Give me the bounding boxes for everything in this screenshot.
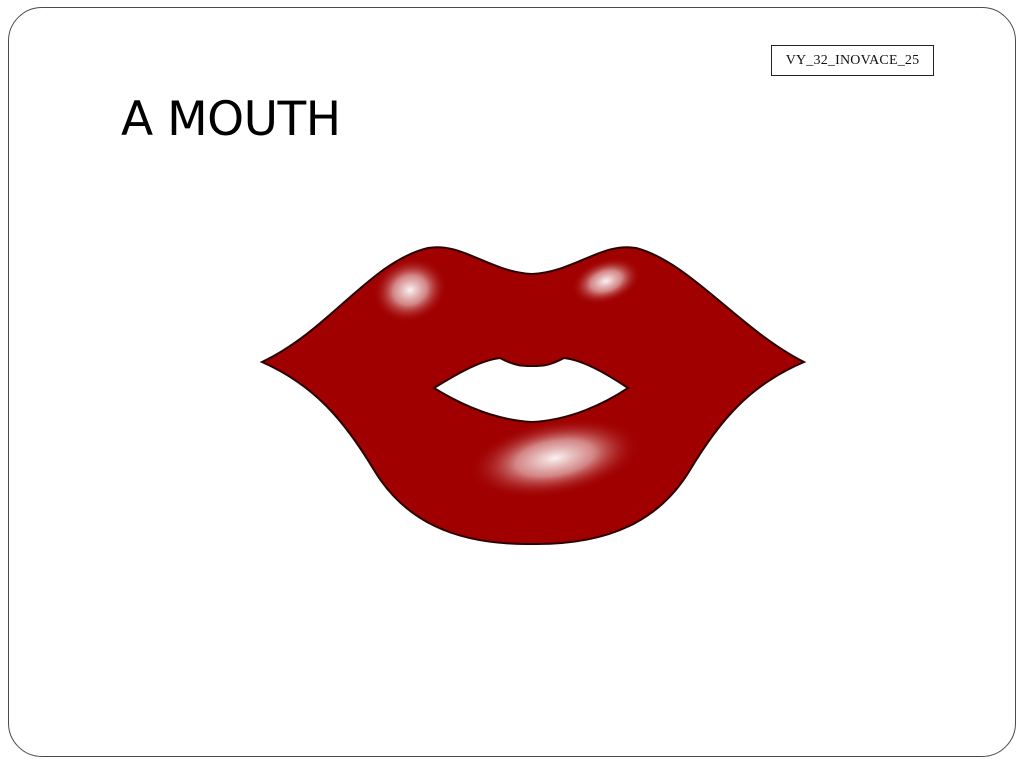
slide-code-label: VY_32_INOVACE_25 (771, 45, 934, 76)
lips-illustration (259, 246, 807, 546)
slide-title: A MOUTH (121, 92, 341, 147)
lips-shape (259, 246, 807, 546)
